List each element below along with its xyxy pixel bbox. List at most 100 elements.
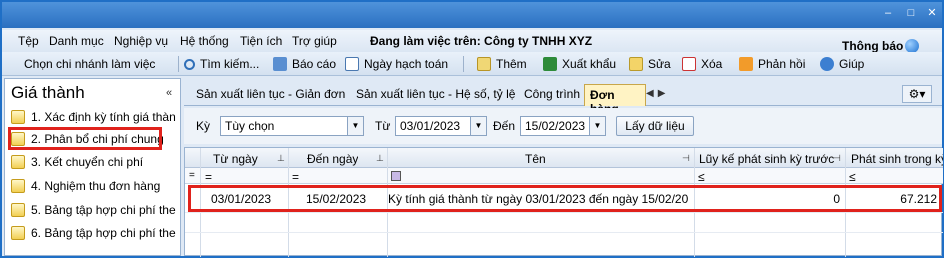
delete-label: Xóa [701,57,723,71]
calendar-icon [345,57,359,71]
branch-button[interactable]: Chọn chi nhánh làm việc [24,56,155,72]
tab-continuous-ratio[interactable]: Sản xuất liên tục - Hệ số, tỷ lệ [356,87,515,101]
filter-op-from[interactable]: = [205,170,212,184]
toolbar: Chọn chi nhánh làm việc Tìm kiếm... Báo … [2,52,942,76]
edit-button[interactable]: Sửa [629,56,671,72]
search-label: Tìm kiếm... [200,57,260,71]
close-icon[interactable]: ✕ [926,7,938,19]
document-icon [11,226,25,240]
row-divider [185,212,943,213]
menu-help[interactable]: Trợ giúp [292,34,337,48]
edit-label: Sửa [648,57,671,71]
pin-icon[interactable]: ⊥ [277,153,285,164]
menu-bar: Tệp Danh mục Nghiệp vụ Hệ thống Tiện ích… [2,30,942,53]
pin-icon[interactable]: ⊥ [376,153,384,164]
notice-link[interactable]: Thông báo [842,39,903,53]
search-button[interactable]: Tìm kiếm... [184,56,259,72]
help-label: Giúp [839,57,865,71]
filter-op-current[interactable]: ≤ [849,170,856,184]
help-icon [820,57,834,71]
data-grid: Từ ngày ⊥ Đến ngày ⊥ Tên ⊣ Lũy kế phát s… [184,147,943,257]
add-button[interactable]: Thêm [477,56,527,72]
panel-item-order-acceptance[interactable]: 4. Nghiệm thu đơn hàng [11,176,176,196]
menu-catalog[interactable]: Danh mục [49,34,104,48]
period-select[interactable]: Tùy chọn ▼ [220,116,364,136]
gear-icon[interactable]: ⚙▾ [902,85,932,103]
panel-item-cost-summary-2[interactable]: 6. Bảng tập hợp chi phí theo... [11,223,176,243]
collapse-icon[interactable]: « [166,87,172,99]
branch-label: Chọn chi nhánh làm việc [24,57,156,71]
column-header-name[interactable]: Tên [525,152,546,166]
delete-button[interactable]: Xóa [682,56,722,72]
edit-icon [629,57,643,71]
document-icon [11,110,25,124]
menu-utilities[interactable]: Tiện ích [240,34,282,48]
app-window: – □ ✕ Tệp Danh mục Nghiệp vụ Hệ thống Ti… [0,0,944,258]
add-icon [477,57,491,71]
feedback-button[interactable]: Phản hồi [739,56,805,72]
to-date-value: 15/02/2023 [525,119,586,133]
maximize-icon[interactable]: □ [905,7,917,19]
filter-op-prior[interactable]: ≤ [698,170,705,184]
minimize-icon[interactable]: – [882,7,894,19]
report-button[interactable]: Báo cáo [273,56,336,72]
delete-icon [682,57,696,71]
panel-item-cost-summary-1[interactable]: 5. Bảng tập hợp chi phí theo... [11,200,176,220]
menu-operations[interactable]: Nghiệp vụ [114,34,168,48]
from-date-value: 03/01/2023 [400,119,461,133]
tab-scroll-arrows-icon[interactable]: ◀▶ [646,88,669,99]
add-label: Thêm [496,57,527,71]
panel-item-label: 4. Nghiệm thu đơn hàng [31,179,161,193]
menu-file[interactable]: Tệp [18,34,39,48]
globe-icon[interactable] [905,39,919,53]
panel-item-label: 6. Bảng tập hợp chi phí theo... [31,226,176,240]
tab-continuous-simple[interactable]: Sản xuất liên tục - Giản đơn [196,87,345,101]
chevron-down-icon[interactable]: ▼ [589,117,605,135]
from-date-field[interactable]: 03/01/2023 ▼ [395,116,487,136]
tab-orders[interactable]: Đơn hàng [584,84,646,116]
report-icon [273,57,287,71]
filter-op-icon[interactable] [391,171,401,181]
help-button[interactable]: Giúp [820,56,864,72]
row-divider [185,232,943,233]
posting-date-label: Ngày hạch toán [364,57,449,71]
highlight-box [188,185,942,212]
panel-item-transfer-costs[interactable]: 3. Kết chuyển chi phí [11,152,176,172]
mail-icon [739,57,753,71]
panel-item-label: 5. Bảng tập hợp chi phí theo... [31,203,176,217]
export-label: Xuất khẩu [562,57,617,71]
pin-icon[interactable]: ⊣ [833,153,841,164]
company-label: Đang làm việc trên: Công ty TNHH XYZ [370,34,593,48]
period-value: Tùy chọn [225,119,275,133]
document-icon [11,155,25,169]
search-icon [184,58,195,70]
fetch-data-button[interactable]: Lấy dữ liệu [616,116,694,136]
chevron-down-icon[interactable]: ▼ [347,117,363,135]
excel-icon [543,57,557,71]
column-header-from[interactable]: Từ ngày [213,152,258,166]
report-label: Báo cáo [292,57,337,71]
chevron-down-icon[interactable]: ▼ [470,117,486,135]
posting-date-button[interactable]: Ngày hạch toán [345,56,448,72]
to-date-field[interactable]: 15/02/2023 ▼ [520,116,606,136]
panel-title: Giá thành [11,83,85,102]
filter-op[interactable]: = [189,170,195,181]
panel-item-define-period[interactable]: 1. Xác định kỳ tính giá thành [11,107,176,127]
title-bar: – □ ✕ [2,2,942,28]
column-header-current[interactable]: Phát sinh trong kỳ [851,152,943,166]
column-header-prior[interactable]: Lũy kế phát sinh kỳ trước [699,152,834,166]
pin-icon[interactable]: ⊣ [682,153,690,164]
document-icon [11,203,25,217]
tab-construction[interactable]: Công trình [524,87,580,101]
export-button[interactable]: Xuất khẩu [543,56,616,72]
feedback-label: Phản hồi [758,57,806,71]
from-label: Từ [375,119,391,133]
document-icon [11,179,25,193]
column-header-to[interactable]: Đến ngày [307,152,358,166]
tab-bar: Sản xuất liên tục - Giản đơn Sản xuất li… [184,82,942,116]
filter-op-to[interactable]: = [292,170,299,184]
menu-system[interactable]: Hệ thống [180,34,229,48]
toolbar-separator [178,56,179,72]
to-label: Đến [493,119,516,133]
left-panel: Giá thành « 1. Xác định kỳ tính giá thàn… [4,78,181,256]
